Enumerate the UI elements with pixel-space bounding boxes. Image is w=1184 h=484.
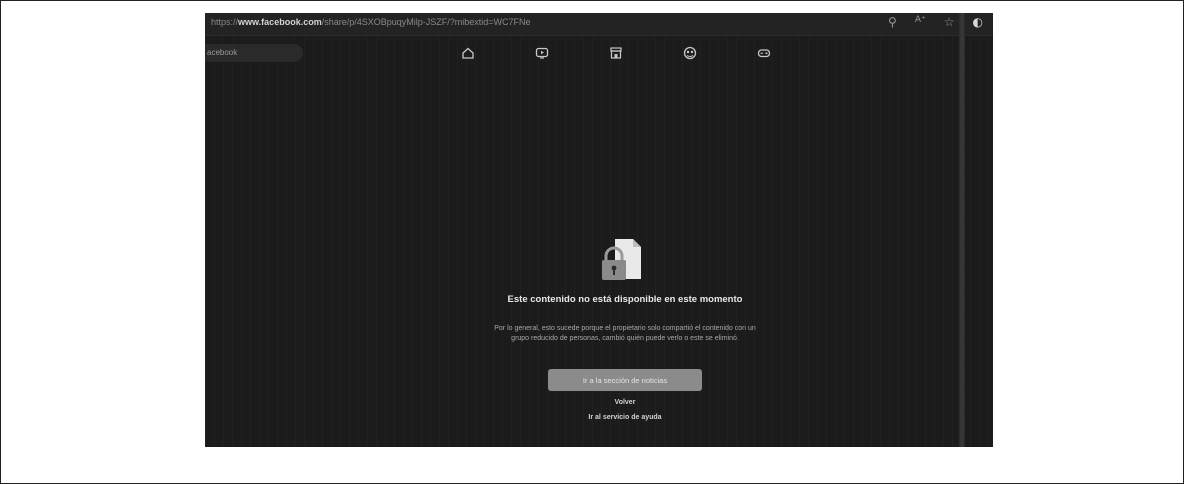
go-to-news-feed-button[interactable]: Ir a la sección de noticias [548, 369, 702, 391]
unavailable-description: Por lo general, esto sucede porque el pr… [494, 325, 756, 342]
browser-screenshot: https://www.facebook.com/share/p/4SXOBpu… [205, 13, 993, 447]
back-link[interactable]: Volver [575, 399, 675, 406]
help-center-link[interactable]: Ir al servicio de ayuda [545, 414, 705, 421]
figure-frame: https://www.facebook.com/share/p/4SXOBpu… [0, 0, 1184, 484]
unavailable-title: Este contenido no está disponible en est… [507, 294, 743, 305]
content-unavailable-panel: Este contenido no está disponible en est… [205, 13, 993, 447]
locked-document-icon [597, 235, 647, 285]
